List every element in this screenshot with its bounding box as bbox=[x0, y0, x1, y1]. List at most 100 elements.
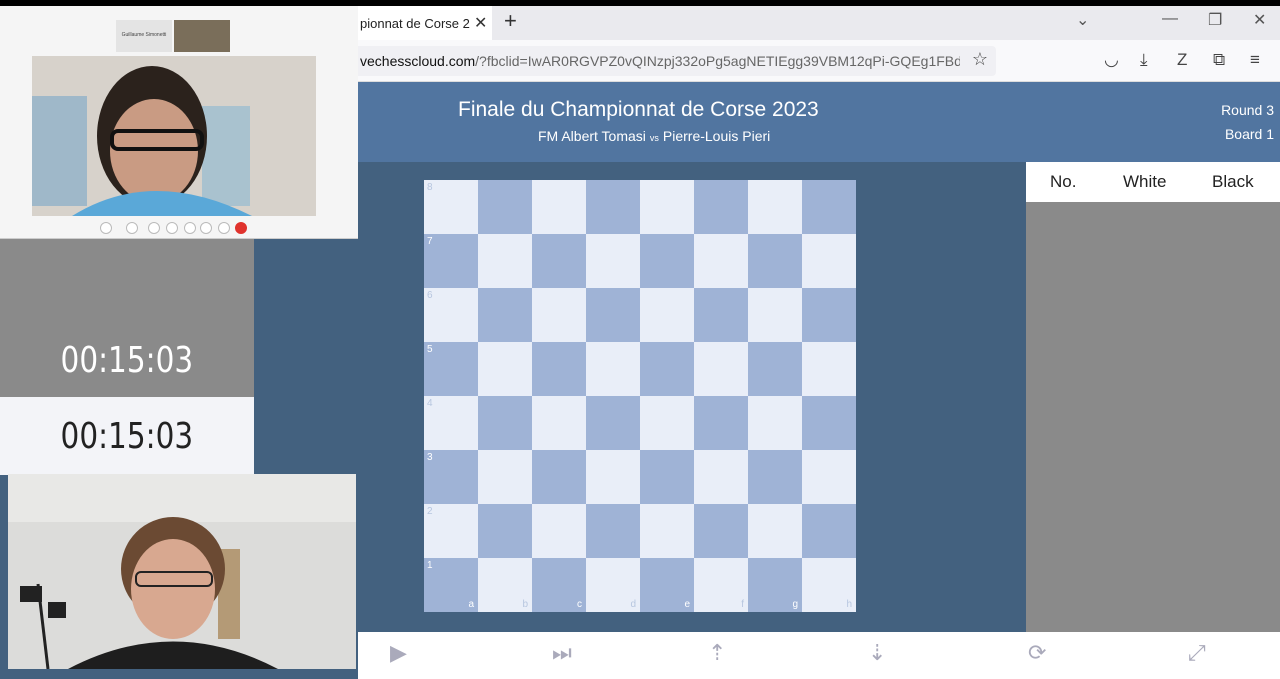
board-square-f6[interactable] bbox=[694, 288, 748, 342]
minimize-icon[interactable]: — bbox=[1162, 10, 1178, 28]
board-label: Board 1 bbox=[1224, 126, 1274, 142]
board-square-d4[interactable] bbox=[586, 396, 640, 450]
board-square-b5[interactable] bbox=[478, 342, 532, 396]
sort-down-icon[interactable]: ⇣ bbox=[868, 640, 886, 666]
extensions-icon[interactable]: ⧉ bbox=[1213, 50, 1225, 70]
board-square-e2[interactable] bbox=[640, 504, 694, 558]
board-square-f4[interactable] bbox=[694, 396, 748, 450]
board-square-h5[interactable] bbox=[802, 342, 856, 396]
board-square-h4[interactable] bbox=[802, 396, 856, 450]
board-square-h1[interactable]: h bbox=[802, 558, 856, 612]
board-square-h2[interactable] bbox=[802, 504, 856, 558]
board-square-f1[interactable]: f bbox=[694, 558, 748, 612]
restore-icon[interactable]: ❐ bbox=[1208, 10, 1222, 30]
board-square-d2[interactable] bbox=[586, 504, 640, 558]
board-square-c2[interactable] bbox=[532, 504, 586, 558]
board-square-e3[interactable] bbox=[640, 450, 694, 504]
board-square-g7[interactable] bbox=[748, 234, 802, 288]
board-square-g1[interactable]: g bbox=[748, 558, 802, 612]
fullscreen-icon[interactable]: ⤢ bbox=[1188, 640, 1206, 666]
board-square-a1[interactable]: 1a bbox=[424, 558, 478, 612]
board-square-b1[interactable]: b bbox=[478, 558, 532, 612]
browser-tab-active[interactable]: pionnat de Corse 20 ✕ bbox=[352, 6, 492, 40]
board-square-b4[interactable] bbox=[478, 396, 532, 450]
close-tab-icon[interactable]: ✕ bbox=[474, 13, 487, 33]
bookmark-star-icon[interactable]: ☆ bbox=[972, 49, 988, 70]
window-close-icon[interactable]: ✕ bbox=[1253, 10, 1266, 30]
zotero-icon[interactable]: Z bbox=[1177, 50, 1187, 70]
participant-tile[interactable]: Guillaume Simonetti bbox=[116, 20, 172, 52]
board-square-e8[interactable] bbox=[640, 180, 694, 234]
download-icon[interactable]: ⤓ bbox=[1140, 50, 1148, 70]
board-square-e5[interactable] bbox=[640, 342, 694, 396]
board-square-a6[interactable]: 6 bbox=[424, 288, 478, 342]
play-icon[interactable]: ▶ bbox=[390, 640, 407, 666]
board-square-h6[interactable] bbox=[802, 288, 856, 342]
board-square-f7[interactable] bbox=[694, 234, 748, 288]
board-square-b7[interactable] bbox=[478, 234, 532, 288]
url-bar[interactable]: vechesscloud.com/?fbclid=IwAR0RGVPZ0vQIN… bbox=[352, 46, 996, 76]
board-square-c5[interactable] bbox=[532, 342, 586, 396]
board-square-a2[interactable]: 2 bbox=[424, 504, 478, 558]
board-square-h7[interactable] bbox=[802, 234, 856, 288]
board-square-d5[interactable] bbox=[586, 342, 640, 396]
sort-up-icon[interactable]: ⇡ bbox=[708, 640, 726, 666]
menu-icon[interactable]: ≡ bbox=[1250, 50, 1260, 70]
more-icon[interactable] bbox=[218, 222, 230, 234]
flip-board-icon[interactable]: ⟳ bbox=[1028, 640, 1046, 666]
board-square-g2[interactable] bbox=[748, 504, 802, 558]
board-square-f8[interactable] bbox=[694, 180, 748, 234]
board-square-b2[interactable] bbox=[478, 504, 532, 558]
chessboard[interactable]: 8 7 6 543 2 1abcdefgh bbox=[424, 180, 856, 612]
board-square-a8[interactable]: 8 bbox=[424, 180, 478, 234]
board-square-b6[interactable] bbox=[478, 288, 532, 342]
rank-label: 2 bbox=[427, 506, 433, 517]
board-square-d1[interactable]: d bbox=[586, 558, 640, 612]
moves-panel: No. White Black bbox=[1026, 162, 1280, 632]
board-square-d6[interactable] bbox=[586, 288, 640, 342]
board-square-c8[interactable] bbox=[532, 180, 586, 234]
board-square-e6[interactable] bbox=[640, 288, 694, 342]
new-tab-icon[interactable]: + bbox=[504, 8, 517, 34]
list-tabs-icon[interactable]: ⌄ bbox=[1076, 10, 1089, 30]
board-square-c7[interactable] bbox=[532, 234, 586, 288]
mic-icon[interactable] bbox=[100, 222, 112, 234]
reactions-icon[interactable] bbox=[166, 222, 178, 234]
board-square-d3[interactable] bbox=[586, 450, 640, 504]
board-square-g5[interactable] bbox=[748, 342, 802, 396]
effects-icon[interactable] bbox=[200, 222, 212, 234]
board-square-g8[interactable] bbox=[748, 180, 802, 234]
board-square-c1[interactable]: c bbox=[532, 558, 586, 612]
board-square-a5[interactable]: 5 bbox=[424, 342, 478, 396]
rank-label: 6 bbox=[427, 290, 433, 301]
board-square-c4[interactable] bbox=[532, 396, 586, 450]
pocket-icon[interactable]: ◡ bbox=[1104, 50, 1119, 70]
board-square-a4[interactable]: 4 bbox=[424, 396, 478, 450]
board-square-f3[interactable] bbox=[694, 450, 748, 504]
board-square-d8[interactable] bbox=[586, 180, 640, 234]
board-square-e7[interactable] bbox=[640, 234, 694, 288]
board-square-f5[interactable] bbox=[694, 342, 748, 396]
board-square-f2[interactable] bbox=[694, 504, 748, 558]
board-square-b8[interactable] bbox=[478, 180, 532, 234]
end-call-icon[interactable] bbox=[235, 222, 247, 234]
board-square-h3[interactable] bbox=[802, 450, 856, 504]
board-square-c3[interactable] bbox=[532, 450, 586, 504]
board-square-h8[interactable] bbox=[802, 180, 856, 234]
rank-label: 8 bbox=[427, 182, 433, 193]
step-end-icon[interactable]: ⏭ bbox=[552, 640, 572, 666]
board-square-b3[interactable] bbox=[478, 450, 532, 504]
board-square-c6[interactable] bbox=[532, 288, 586, 342]
board-square-g4[interactable] bbox=[748, 396, 802, 450]
raise-hand-icon[interactable] bbox=[184, 222, 196, 234]
board-square-a3[interactable]: 3 bbox=[424, 450, 478, 504]
board-square-e4[interactable] bbox=[640, 396, 694, 450]
participant-tile-video[interactable] bbox=[174, 20, 230, 52]
board-square-a7[interactable]: 7 bbox=[424, 234, 478, 288]
camera-icon[interactable] bbox=[126, 222, 138, 234]
share-screen-icon[interactable] bbox=[148, 222, 160, 234]
board-square-g3[interactable] bbox=[748, 450, 802, 504]
board-square-e1[interactable]: e bbox=[640, 558, 694, 612]
board-square-g6[interactable] bbox=[748, 288, 802, 342]
board-square-d7[interactable] bbox=[586, 234, 640, 288]
